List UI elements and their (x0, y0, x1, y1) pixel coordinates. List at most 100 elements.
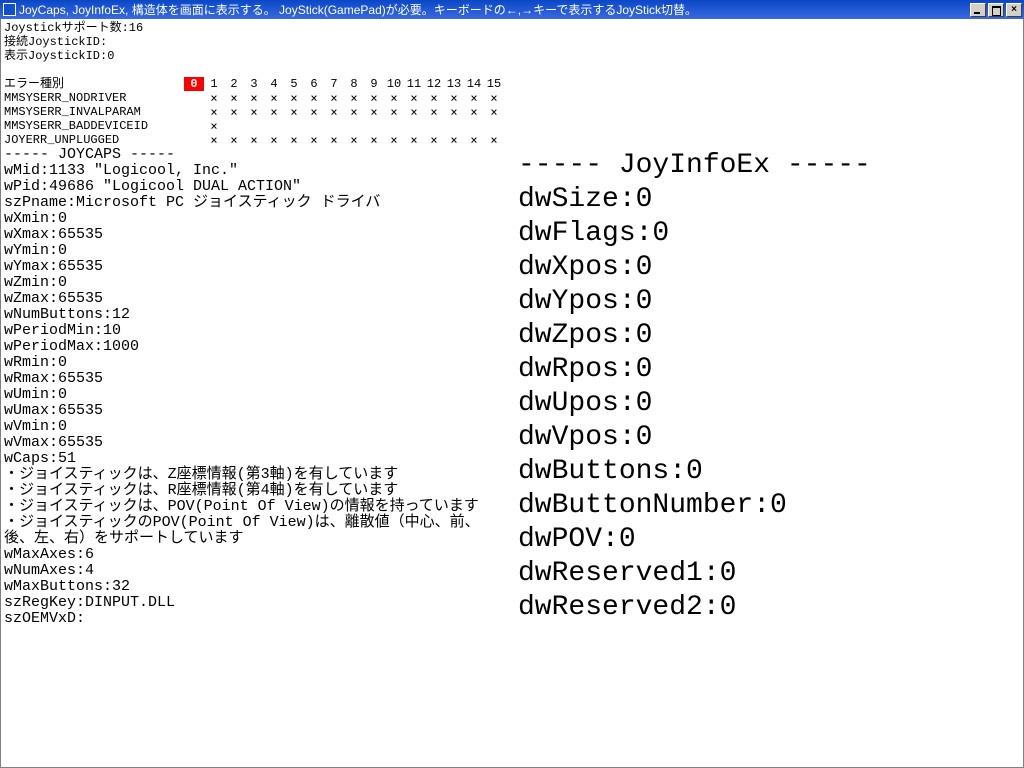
error-matrix: エラー種別 0123456789101112131415 MMSYSERR_NO… (4, 77, 504, 147)
dwYpos: dwYpos:0 (518, 286, 652, 317)
wYmin: wYmin:0 (4, 242, 67, 259)
joyinfoex-header: ----- JoyInfoEx ----- (518, 150, 871, 181)
dwXpos: dwXpos:0 (518, 252, 652, 283)
dwRpos: dwRpos:0 (518, 354, 652, 385)
error-cell: × (224, 91, 244, 105)
error-cell: × (264, 105, 284, 119)
matrix-row: MMSYSERR_NODRIVER××××××××××××××× (4, 91, 504, 105)
error-cell (224, 119, 244, 133)
szRegKey: szRegKey:DINPUT.DLL (4, 594, 175, 611)
matrix-col-5: 5 (284, 77, 304, 91)
error-cell (184, 105, 204, 119)
wZmax: wZmax:65535 (4, 290, 103, 307)
error-cell (244, 119, 264, 133)
error-cell (184, 119, 204, 133)
error-cell: × (204, 119, 224, 133)
error-cell: × (444, 105, 464, 119)
error-cell: × (404, 105, 424, 119)
error-cell: × (444, 133, 464, 147)
client-area: Joystickサポート数:16 接続JoystickID: 表示Joystic… (0, 19, 1024, 768)
app-icon (3, 3, 16, 16)
matrix-col-0: 0 (184, 77, 204, 91)
cap-pov: ・ジョイスティックは、POV(Point Of View)の情報を持っています (4, 498, 479, 515)
error-cell: × (424, 133, 444, 147)
error-cell (304, 119, 324, 133)
dwZpos: dwZpos:0 (518, 320, 652, 351)
error-cell: × (364, 133, 384, 147)
matrix-col-6: 6 (304, 77, 324, 91)
wPeriodMax: wPeriodMax:1000 (4, 338, 139, 355)
cap-r-axis: ・ジョイスティックは、R座標情報(第4軸)を有しています (4, 482, 398, 499)
error-cell: × (484, 105, 504, 119)
wUmin: wUmin:0 (4, 386, 67, 403)
error-cell: × (384, 133, 404, 147)
error-cell: × (324, 133, 344, 147)
error-cell: × (204, 133, 224, 147)
error-cell (484, 119, 504, 133)
matrix-col-8: 8 (344, 77, 364, 91)
wPeriodMin: wPeriodMin:10 (4, 322, 121, 339)
error-cell: × (364, 91, 384, 105)
joycaps-header: ----- JOYCAPS ----- (4, 146, 175, 163)
error-cell: × (404, 133, 424, 147)
display-id: 表示JoystickID:0 (4, 49, 114, 63)
error-cell: × (224, 133, 244, 147)
matrix-header-label: エラー種別 (4, 77, 184, 91)
dwFlags: dwFlags:0 (518, 218, 669, 249)
error-cell: × (464, 133, 484, 147)
wYmax: wYmax:65535 (4, 258, 103, 275)
error-cell: × (284, 133, 304, 147)
error-cell: × (384, 105, 404, 119)
wVmax: wVmax:65535 (4, 434, 103, 451)
wPid: wPid:49686 "Logicool DUAL ACTION" (4, 178, 301, 195)
window-titlebar[interactable]: JoyCaps, JoyInfoEx, 構造体を画面に表示する。 JoyStic… (0, 0, 1024, 19)
matrix-row: JOYERR_UNPLUGGED××××××××××××××× (4, 133, 504, 147)
error-cell (364, 119, 384, 133)
error-cell (344, 119, 364, 133)
matrix-header-row: エラー種別 0123456789101112131415 (4, 77, 504, 91)
error-cell (324, 119, 344, 133)
error-cell (264, 119, 284, 133)
error-label: JOYERR_UNPLUGGED (4, 133, 184, 147)
minimize-button[interactable] (970, 3, 986, 17)
error-cell: × (364, 105, 384, 119)
connected-id: 接続JoystickID: (4, 35, 107, 49)
error-cell: × (384, 91, 404, 105)
error-label: MMSYSERR_INVALPARAM (4, 105, 184, 119)
error-cell: × (464, 91, 484, 105)
matrix-col-15: 15 (484, 77, 504, 91)
error-cell: × (324, 105, 344, 119)
dwUpos: dwUpos:0 (518, 388, 652, 419)
error-cell: × (244, 91, 264, 105)
window-title: JoyCaps, JoyInfoEx, 構造体を画面に表示する。 JoyStic… (19, 1, 970, 18)
error-cell: × (224, 105, 244, 119)
matrix-col-3: 3 (244, 77, 264, 91)
wXmax: wXmax:65535 (4, 226, 103, 243)
wRmin: wRmin:0 (4, 354, 67, 371)
error-label: MMSYSERR_BADDEVICEID (4, 119, 184, 133)
wVmin: wVmin:0 (4, 418, 67, 435)
wRmax: wRmax:65535 (4, 370, 103, 387)
dwSize: dwSize:0 (518, 184, 652, 215)
maximize-button[interactable] (988, 3, 1004, 17)
close-button[interactable]: × (1006, 3, 1022, 17)
matrix-row: MMSYSERR_BADDEVICEID × (4, 119, 504, 133)
error-cell: × (204, 105, 224, 119)
error-cell: × (244, 133, 264, 147)
error-cell (464, 119, 484, 133)
dwVpos: dwVpos:0 (518, 422, 652, 453)
error-cell (404, 119, 424, 133)
cap-z-axis: ・ジョイスティックは、Z座標情報(第3軸)を有しています (4, 466, 398, 483)
error-cell: × (464, 105, 484, 119)
error-cell: × (344, 91, 364, 105)
wZmin: wZmin:0 (4, 274, 67, 291)
error-cell: × (424, 91, 444, 105)
error-cell: × (264, 91, 284, 105)
error-label: MMSYSERR_NODRIVER (4, 91, 184, 105)
dwPOV: dwPOV:0 (518, 524, 636, 555)
error-cell: × (324, 91, 344, 105)
wXmin: wXmin:0 (4, 210, 67, 227)
error-cell: × (444, 91, 464, 105)
error-cell (424, 119, 444, 133)
szOEMVxD: szOEMVxD: (4, 610, 85, 627)
